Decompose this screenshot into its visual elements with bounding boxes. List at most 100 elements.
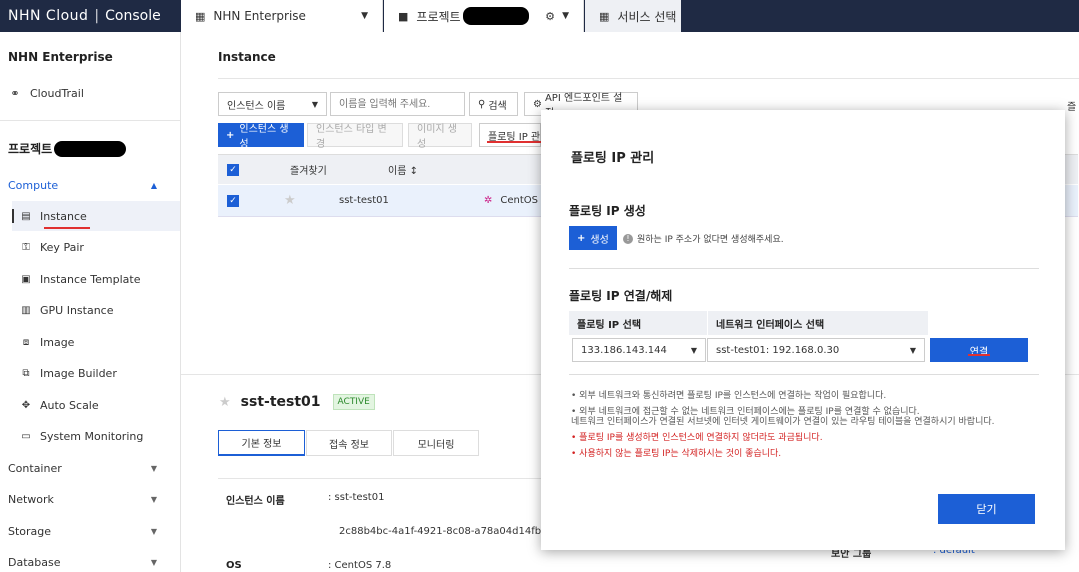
button-label: 이미지 생성 [417, 124, 457, 150]
floating-ip-modal: 플로팅 IP 관리 플로팅 IP 생성 + 생성 ! 원하는 IP 주소가 없다… [541, 110, 1065, 550]
image-builder-icon: ⧉ [22, 367, 30, 379]
sidebar-item-label: Image Builder [40, 366, 117, 380]
hint-text: 원하는 IP 주소가 없다면 생성해주세요. [637, 235, 784, 245]
info-icon: ! [623, 233, 633, 244]
select-value: 133.186.143.144 [581, 344, 667, 356]
search-button[interactable]: ⚲ 검색 [469, 92, 518, 116]
close-button[interactable]: 닫기 [938, 494, 1035, 524]
os-label: CentOS [500, 195, 539, 206]
sidebar-item-image[interactable]: ⧈ Image [12, 327, 180, 357]
note-line: • 외부 네트워크와 통신하려면 플로팅 IP를 인스턴스에 연결하는 작업이 … [571, 391, 887, 401]
instance-icon: ▤ [21, 210, 31, 222]
create-hint: ! 원하는 IP 주소가 없다면 생성해주세요. [623, 232, 784, 245]
caret-down-icon: ▼ [690, 345, 697, 355]
redaction [462, 7, 529, 25]
chevron-up-icon: ▲ [150, 180, 157, 190]
org-name: NHN Enterprise [213, 9, 306, 23]
sidebar-category-container[interactable]: Container ▼ [8, 458, 173, 478]
button-label: 인스턴스 타입 변경 [316, 124, 387, 150]
floating-ip-select[interactable]: 133.186.143.144 ▼ [572, 338, 706, 362]
col-floating-ip: 플로팅 IP 선택 [569, 311, 707, 335]
connect-button[interactable]: 연결 [930, 338, 1028, 362]
col-name[interactable]: 이름 ↕ [388, 155, 418, 184]
button-label: 생성 [590, 234, 609, 246]
sidebar-project: 프로젝트 [8, 140, 127, 157]
red-underline [968, 354, 990, 356]
sidebar-item-label: System Monitoring [40, 429, 144, 443]
template-icon: ▣ [21, 273, 31, 285]
sidebar-item-system-monitoring[interactable]: ▭ System Monitoring [12, 421, 180, 451]
project-select[interactable]: ■ 프로젝트 ⚙ ▼ [384, 0, 584, 32]
sidebar-item-instance[interactable]: ▤ Instance [12, 201, 180, 231]
category-label: Storage [8, 524, 52, 538]
value-instance-id: 2c88b4bc-4a1f-4921-8c08-a78a04d14fb4 [339, 526, 548, 537]
caret-down-icon: ▼ [311, 99, 318, 109]
sidebar-category-storage[interactable]: Storage ▼ [8, 521, 173, 541]
console-logo[interactable]: NHN Cloud | Console [0, 0, 181, 32]
sidebar-org: NHN Enterprise [8, 50, 113, 64]
tab-monitoring[interactable]: 모니터링 [393, 430, 479, 456]
logo-separator: | [94, 8, 100, 24]
red-underline [487, 141, 543, 143]
section-divider [569, 268, 1039, 269]
search-field-select[interactable]: 인스턴스 이름 ▼ [218, 92, 327, 116]
detail-title: ★ sst-test01 ACTIVE [219, 394, 375, 410]
gear-icon[interactable]: ⚙ [545, 10, 555, 23]
sidebar-item-image-builder[interactable]: ⧉ Image Builder [12, 358, 180, 388]
create-instance-button[interactable]: + 인스턴스 생성 [218, 123, 304, 150]
col-network-interface: 네트워크 인터페이스 선택 [708, 311, 928, 335]
table-icon: ▦ [195, 9, 206, 23]
change-instance-type-button[interactable]: 인스턴스 타입 변경 [307, 123, 403, 150]
label-os: OS [226, 560, 242, 571]
chevron-down-icon: ▼ [150, 557, 157, 567]
sidebar-category-network[interactable]: Network ▼ [8, 489, 173, 509]
chevron-down-icon: ▼ [150, 526, 157, 536]
sidebar-item-label: CloudTrail [30, 86, 84, 100]
search-input[interactable] [330, 92, 465, 116]
auto-scale-icon: ✥ [21, 399, 31, 411]
network-interface-select[interactable]: sst-test01: 192.168.0.30 ▼ [707, 338, 925, 362]
select-value: sst-test01: 192.168.0.30 [716, 344, 840, 356]
sidebar-item-keypair[interactable]: ⚿ Key Pair [12, 232, 180, 262]
sidebar-item-instance-template[interactable]: ▣ Instance Template [12, 264, 180, 294]
cloudtrail-icon: ⚭ [10, 86, 20, 100]
org-select[interactable]: ▦ NHN Enterprise ▼ [181, 0, 383, 32]
create-image-button[interactable]: 이미지 생성 [408, 123, 472, 150]
service-label: 서비스 선택 [617, 9, 677, 24]
row-checkbox-cell: ✓ [227, 185, 239, 216]
sidebar-category-database[interactable]: Database ▼ [8, 552, 173, 572]
folder-icon: ■ [398, 9, 409, 23]
category-label: Container [8, 461, 62, 475]
star-icon[interactable]: ★ [219, 395, 231, 410]
label-instance-name: 인스턴스 이름 [226, 496, 285, 507]
tab-access-info[interactable]: 접속 정보 [306, 430, 392, 456]
sidebar-project-label: 프로젝트 [8, 142, 53, 156]
floating-ip-button[interactable]: 플로팅 IP 관리 [479, 123, 541, 147]
gear-icon: ⚙ [533, 98, 542, 110]
create-floating-ip-button[interactable]: + 생성 [569, 226, 617, 250]
monitor-icon: ▭ [21, 430, 31, 442]
sidebar-item-auto-scale[interactable]: ✥ Auto Scale [12, 390, 180, 420]
category-label: Compute [8, 178, 59, 192]
favorites-truncated[interactable]: 즐 [1067, 98, 1076, 113]
service-select[interactable]: ▦ 서비스 선택 [585, 0, 681, 32]
star-icon[interactable]: ★ [284, 185, 296, 216]
row-checkbox[interactable]: ✓ [227, 194, 239, 207]
sidebar-item-gpu-instance[interactable]: ▥ GPU Instance [12, 295, 180, 325]
col-favorite: 즐겨찾기 [290, 166, 327, 177]
sidebar-item-cloudtrail[interactable]: ⚭ CloudTrail [0, 78, 180, 108]
caret-down-icon: ▼ [361, 11, 368, 21]
sidebar-item-label: Instance [40, 209, 87, 223]
warning-line: • 사용하지 않는 플로팅 IP는 삭제하시는 것이 좋습니다. [571, 449, 782, 459]
tab-basic-info[interactable]: 기본 정보 [218, 430, 305, 456]
sidebar-category-compute[interactable]: Compute ▲ [8, 175, 173, 195]
button-label: 닫기 [976, 503, 997, 516]
project-name: 프로젝트 [416, 9, 461, 24]
red-underline [44, 227, 90, 229]
active-indicator [12, 209, 14, 223]
instance-name[interactable]: sst-test01 [339, 185, 389, 216]
sidebar-divider [0, 120, 180, 121]
plus-icon: + [226, 129, 235, 141]
header-checkbox-cell: ✓ [227, 155, 239, 184]
select-all-checkbox[interactable]: ✓ [227, 163, 239, 176]
